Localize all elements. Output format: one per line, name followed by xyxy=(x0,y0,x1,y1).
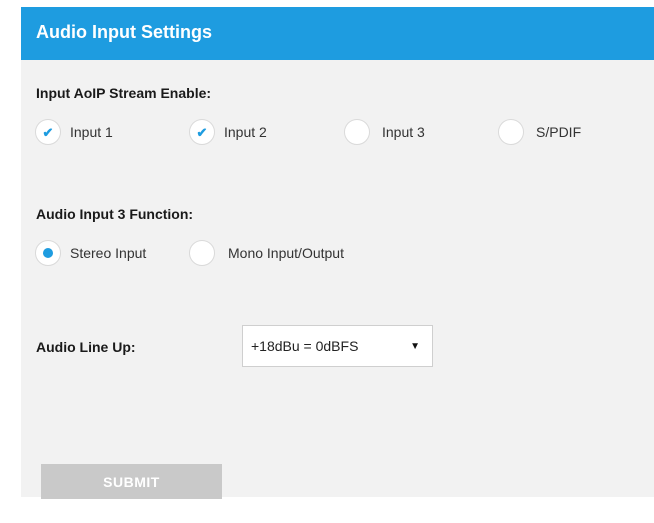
input3-function-label: Audio Input 3 Function: xyxy=(36,206,194,222)
checkbox-input-2[interactable]: ✔ Input 2 xyxy=(189,118,267,146)
caret-down-icon: ▼ xyxy=(410,340,420,352)
line-up-label: Audio Line Up: xyxy=(36,339,136,355)
panel-title: Audio Input Settings xyxy=(36,22,212,42)
panel-header: Audio Input Settings xyxy=(21,7,654,60)
checkbox-circle[interactable]: ✔ xyxy=(35,119,61,145)
checkbox-circle[interactable] xyxy=(498,119,524,145)
submit-button[interactable]: SUBMIT xyxy=(41,464,222,499)
checkmark-icon: ✔ xyxy=(196,124,208,140)
settings-panel: Audio Input Settings Input AoIP Stream E… xyxy=(21,7,654,499)
radio-circle[interactable] xyxy=(35,240,61,266)
checkbox-circle[interactable] xyxy=(344,119,370,145)
radio-label: Stereo Input xyxy=(70,245,147,261)
radio-selected-dot-icon xyxy=(43,248,53,258)
checkbox-label: Input 1 xyxy=(70,124,113,140)
checkbox-label: S/PDIF xyxy=(536,124,582,140)
checkbox-label: Input 3 xyxy=(382,124,425,140)
checkbox-circle[interactable]: ✔ xyxy=(189,119,215,145)
radio-circle[interactable] xyxy=(189,240,215,266)
checkbox-label: Input 2 xyxy=(224,124,267,140)
checkbox-input-1[interactable]: ✔ Input 1 xyxy=(35,118,113,146)
select-value: +18dBu = 0dBFS xyxy=(251,338,359,354)
line-up-select[interactable]: +18dBu = 0dBFS ▼ xyxy=(242,325,433,367)
radio-mono-input-output[interactable]: Mono Input/Output xyxy=(189,239,344,267)
radio-stereo-input[interactable]: Stereo Input xyxy=(35,239,146,267)
stream-enable-label: Input AoIP Stream Enable: xyxy=(36,85,212,101)
radio-label: Mono Input/Output xyxy=(228,245,344,261)
checkbox-spdif[interactable]: S/PDIF xyxy=(498,118,581,146)
checkbox-input-3[interactable]: Input 3 xyxy=(344,118,425,146)
checkmark-icon: ✔ xyxy=(42,124,54,140)
